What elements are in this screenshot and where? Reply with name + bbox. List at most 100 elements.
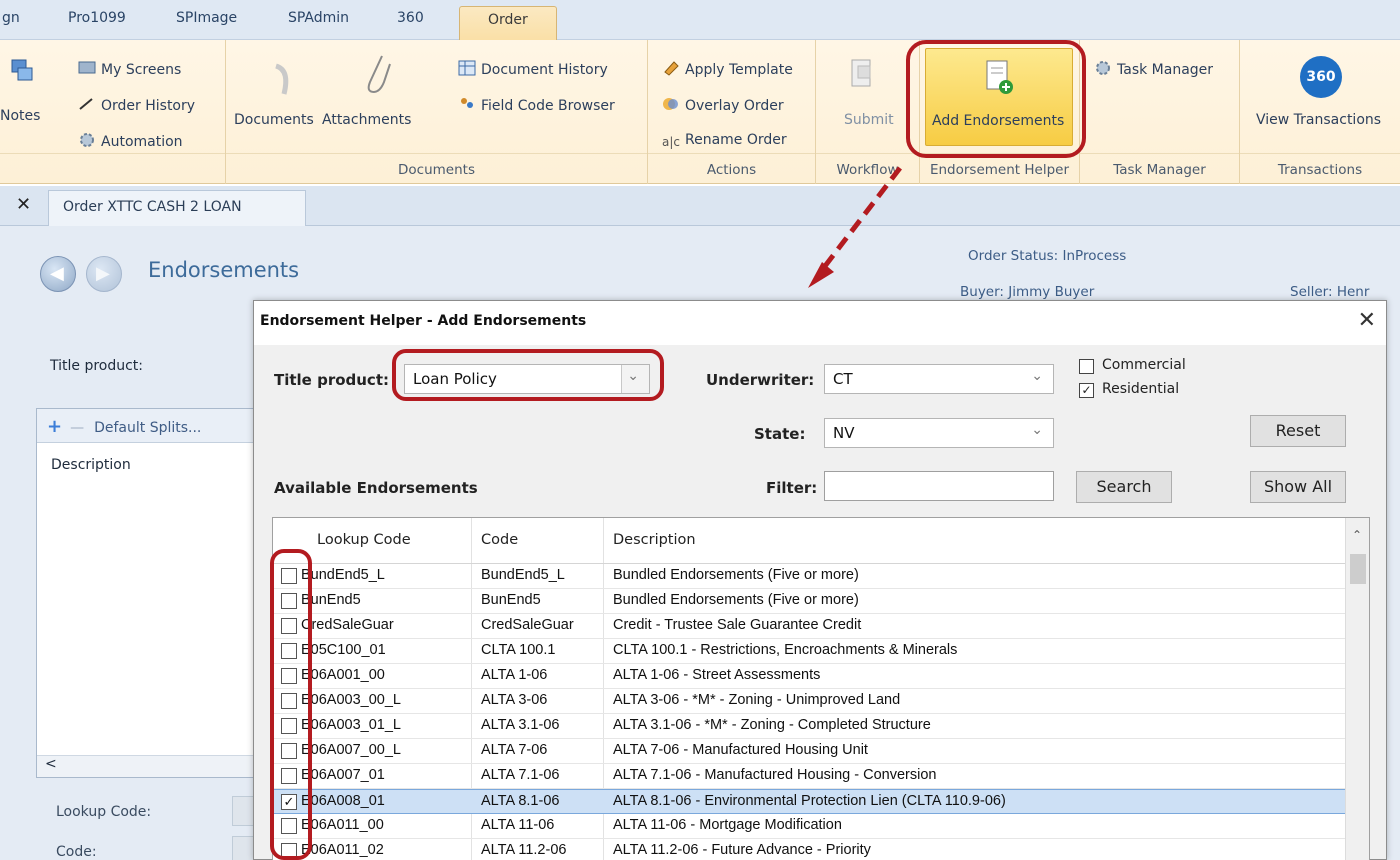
reset-button[interactable]: Reset [1250,415,1346,447]
column-header-code[interactable]: Code [481,532,518,548]
group-label-transactions: Transactions [1277,162,1363,178]
ribbon-tab-360[interactable]: 360 [397,10,424,26]
table-row[interactable]: E06A003_01_L ALTA 3.1-06 ALTA 3.1-06 - *M*… [273,714,1345,739]
documents-button[interactable]: Documents [234,112,314,128]
remove-icon[interactable]: — [70,420,84,436]
ribbon-group-actions: Apply Template Overlay Order a|c Rename O… [648,40,816,184]
horizontal-scrollbar[interactable]: < [37,755,255,777]
lookup-code-cell: E06A003_01_L [301,717,401,733]
seller-info: Seller: Henr [1290,284,1370,300]
table-row[interactable]: BundEnd5_L BundEnd5_L Bundled Endorsements… [273,564,1345,589]
submit-button[interactable]: Submit [844,112,894,128]
table-row[interactable]: E06A011_00 ALTA 11-06 ALTA 11-06 - Mortgag… [273,814,1345,839]
description-cell: ALTA 11.2-06 - Future Advance - Priority [613,842,871,858]
underwriter-select[interactable]: CT ⌄ [824,364,1054,394]
my-screens-button[interactable]: My Screens [78,60,181,78]
lookup-code-cell: E06A001_00 [301,667,385,683]
field-code-browser-button[interactable]: Field Code Browser [458,96,615,114]
scrollbar-thumb[interactable] [1350,554,1366,584]
ribbon-tab-spadmin[interactable]: SPAdmin [288,10,349,26]
code-cell: ALTA 7-06 [481,742,548,758]
order-document-tab[interactable]: Order XTTC CASH 2 LOAN [48,190,306,227]
description-cell: Bundled Endorsements (Five or more) [613,567,859,583]
view-transactions-button[interactable]: View Transactions [1256,112,1381,128]
title-product-label: Title product: [50,358,144,374]
lookup-code-cell: E06A007_00_L [301,742,401,758]
close-icon[interactable]: ✕ [1358,308,1376,333]
table-row[interactable]: ✓ E06A008_01 ALTA 8.1-06 ALTA 8.1-06 - Envi… [273,789,1345,814]
description-cell: ALTA 1-06 - Street Assessments [613,667,821,683]
table-icon [458,60,476,76]
filter-label: Filter: [766,479,818,497]
task-manager-button[interactable]: Task Manager [1094,60,1213,78]
ribbon-tab-spimage[interactable]: SPImage [176,10,237,26]
code-cell: ALTA 3.1-06 [481,717,560,733]
commercial-checkbox[interactable] [1079,359,1094,374]
search-button[interactable]: Search [1076,471,1172,503]
add-icon[interactable]: + [47,416,62,437]
notes-button[interactable]: Notes [0,108,40,124]
lookup-code-cell: E06A008_01 [301,793,385,809]
state-value: NV [833,424,855,442]
show-all-button[interactable]: Show All [1250,471,1346,503]
description-cell: ALTA 8.1-06 - Environmental Protection L… [613,793,1006,809]
360-badge-icon: 360 [1300,56,1342,98]
forward-button[interactable]: ▶ [86,256,122,292]
state-select[interactable]: NV ⌄ [824,418,1054,448]
apply-template-button[interactable]: Apply Template [662,60,793,78]
default-splits-button[interactable]: Default Splits... [94,420,201,436]
table-row[interactable]: E06A007_01 ALTA 7.1-06 ALTA 7.1-06 - Manuf… [273,764,1345,789]
attachments-button[interactable]: Attachments [322,112,411,128]
table-row[interactable]: E06A011_02 ALTA 11.2-06 ALTA 11.2-06 - Fut… [273,839,1345,860]
scroll-up-icon[interactable]: ⌃ [1352,528,1362,542]
code-cell: CLTA 100.1 [481,642,556,658]
overlay-order-button[interactable]: Overlay Order [662,96,784,114]
back-button[interactable]: ◀ [40,256,76,292]
lookup-code-cell: CredSaleGuar [301,617,394,633]
code-label: Code: [56,844,97,860]
ribbon: Notes My Screens Order History Automatio… [0,40,1400,184]
table-row[interactable]: CredSaleGuar CredSaleGuar Credit - Trustee… [273,614,1345,639]
group-label-workflow: Workflow [836,162,899,178]
table-row[interactable]: E06A001_00 ALTA 1-06 ALTA 1-06 - Street As… [273,664,1345,689]
code-cell: CredSaleGuar [481,617,574,633]
ribbon-tab-design[interactable]: gn [2,10,20,26]
automation-button[interactable]: Automation [78,132,183,150]
filter-input[interactable] [824,471,1054,501]
underwriter-label: Underwriter: [706,371,815,389]
code-cell: ALTA 11.2-06 [481,842,567,858]
chevron-down-icon: ⌄ [1031,368,1043,384]
column-header-description[interactable]: Description [613,532,696,548]
residential-checkbox[interactable]: ✓ [1079,383,1094,398]
table-row[interactable]: E06A003_00_L ALTA 3-06 ALTA 3-06 - *M* - Z… [273,689,1345,714]
description-cell: ALTA 7.1-06 - Manufactured Housing - Con… [613,767,937,783]
description-cell: Bundled Endorsements (Five or more) [613,592,859,608]
vertical-scrollbar[interactable]: ⌃ [1345,518,1369,860]
highlight-ring-add-endorsements [906,40,1086,158]
scroll-left-icon[interactable]: < [45,756,57,772]
lookup-code-cell: E06A011_00 [301,817,384,833]
order-status: Order Status: InProcess [968,248,1127,264]
order-history-button[interactable]: Order History [78,96,195,114]
table-row[interactable]: BunEnd5 BunEnd5 Bundled Endorsements (Five… [273,589,1345,614]
title-product-label: Title product: [274,371,389,389]
ribbon-tab-order[interactable]: Order [459,6,557,42]
residential-label: Residential [1102,381,1180,397]
ribbon-tab-pro1099[interactable]: Pro1099 [68,10,126,26]
table-row[interactable]: E05C100_01 CLTA 100.1 CLTA 100.1 - Restric… [273,639,1345,664]
description-cell: ALTA 11-06 - Mortgage Modification [613,817,842,833]
ribbon-group-task-manager: Task Manager Task Manager [1080,40,1240,184]
column-header-lookup-code[interactable]: Lookup Code [317,532,411,548]
table-row[interactable]: E06A007_00_L ALTA 7-06 ALTA 7-06 - Manufac… [273,739,1345,764]
gear-icon [78,132,96,148]
ribbon-group-screens: Notes My Screens Order History Automatio… [0,40,226,184]
description-column-header: Description [51,457,131,473]
state-label: State: [754,425,806,443]
arrow-right-icon: ▶ [96,263,110,284]
document-history-button[interactable]: Document History [458,60,608,78]
group-label-actions: Actions [706,162,757,178]
close-tab-icon[interactable]: ✕ [16,194,31,215]
group-label-task-manager: Task Manager [1113,162,1206,178]
rename-order-button[interactable]: a|c Rename Order [662,132,787,151]
highlight-ring-checkboxes [270,549,312,860]
